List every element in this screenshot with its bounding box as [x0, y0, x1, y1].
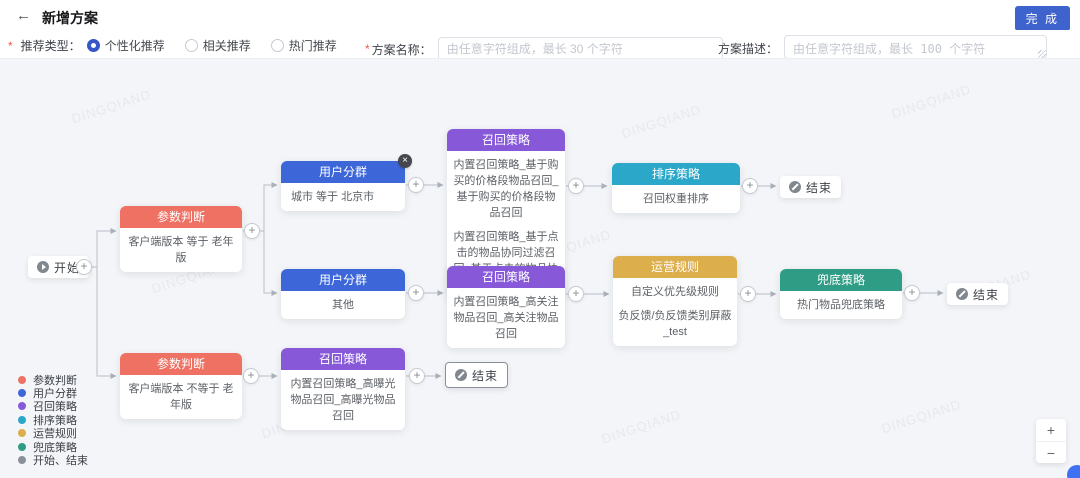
- add-node-button[interactable]: +: [740, 286, 756, 302]
- radio-personalized[interactable]: 个性化推荐: [87, 37, 165, 54]
- add-node-button[interactable]: +: [243, 368, 259, 384]
- end-node-1[interactable]: 结束: [780, 176, 841, 198]
- plan-desc-input[interactable]: [784, 35, 1047, 59]
- node-title: 用户分群: [281, 269, 405, 291]
- plan-desc-label: 方案描述：: [718, 40, 778, 57]
- node-title: 参数判断: [120, 206, 242, 228]
- node-body: 内置召回策略_高关注物品召回_高关注物品召回: [447, 288, 565, 348]
- node-title: 召回策略: [281, 348, 405, 370]
- legend-dot-icon: [18, 402, 26, 410]
- add-node-button[interactable]: +: [409, 368, 425, 384]
- add-node-button[interactable]: +: [742, 178, 758, 194]
- node-user-segment-1[interactable]: × 用户分群 城市 等于 北京市: [281, 161, 405, 211]
- node-fallback-strategy[interactable]: 兜底策略 热门物品兜底策略: [780, 269, 902, 319]
- new-plan-page: ← 新增方案 完 成 * 推荐类型： 个性化推荐 相关推荐 热门推荐 * 方案名…: [0, 0, 1080, 478]
- radio-related[interactable]: 相关推荐: [185, 37, 251, 54]
- radio-selected-icon[interactable]: [87, 39, 100, 52]
- node-title: 运营规则: [613, 256, 737, 278]
- legend-item: 开始、结束: [18, 453, 88, 466]
- node-title: 排序策略: [612, 163, 740, 185]
- node-user-segment-2[interactable]: 用户分群 其他: [281, 269, 405, 319]
- plan-name-label: 方案名称：: [372, 41, 432, 58]
- node-type-legend: 参数判断 用户分群 召回策略 排序策略 运营规则 兜底策略: [18, 373, 88, 467]
- close-node-button[interactable]: ×: [398, 154, 412, 168]
- add-node-button[interactable]: +: [904, 285, 920, 301]
- node-body: 其他: [281, 291, 405, 319]
- recommend-type-group: * 推荐类型： 个性化推荐 相关推荐 热门推荐: [8, 37, 351, 54]
- node-body: 自定义优先级规则 负反馈/负反馈类别屏蔽_test: [613, 278, 737, 346]
- node-body: 客户端版本 不等于 老年版: [120, 375, 242, 419]
- legend-dot-icon: [18, 416, 26, 424]
- plan-desc-group: 方案描述：: [718, 35, 1047, 59]
- node-ops-rule[interactable]: 运营规则 自定义优先级规则 负反馈/负反馈类别屏蔽_test: [613, 256, 737, 346]
- node-title: 召回策略: [447, 266, 565, 288]
- end-icon: [789, 181, 801, 193]
- end-label: 结束: [806, 179, 832, 196]
- node-body: 内置召回策略_高曝光物品召回_高曝光物品召回: [281, 370, 405, 430]
- radio-unselected-icon[interactable]: [185, 39, 198, 52]
- zoom-controls: + −: [1036, 419, 1066, 463]
- end-label: 结束: [973, 286, 999, 303]
- add-node-button[interactable]: +: [76, 259, 92, 275]
- node-param-judge-1[interactable]: 参数判断 客户端版本 等于 老年版: [120, 206, 242, 272]
- zoom-out-button[interactable]: −: [1036, 441, 1066, 463]
- legend-dot-icon: [18, 456, 26, 464]
- add-node-button[interactable]: +: [568, 286, 584, 302]
- end-node-3[interactable]: 结束: [445, 362, 508, 388]
- required-mark: *: [8, 39, 13, 53]
- ops-rule-item: 自定义优先级规则: [618, 284, 732, 300]
- page-title: 新增方案: [42, 8, 98, 28]
- recall-item: 内置召回策略_基于购买的价格段物品召回_基于购买的价格段物品召回: [452, 157, 560, 221]
- flow-canvas[interactable]: DINGQIAND DINGQIAND DINGQIAND DINGQIAND …: [0, 58, 1080, 478]
- add-node-button[interactable]: +: [244, 223, 260, 239]
- node-body: 热门物品兜底策略: [780, 291, 902, 319]
- node-title: 用户分群: [281, 161, 405, 183]
- end-icon: [956, 288, 968, 300]
- add-node-button[interactable]: +: [568, 178, 584, 194]
- node-sort-strategy[interactable]: 排序策略 召回权重排序: [612, 163, 740, 213]
- floating-widget-button[interactable]: [1067, 465, 1080, 478]
- required-mark: *: [365, 42, 370, 56]
- end-label: 结束: [472, 367, 498, 384]
- end-icon: [455, 369, 467, 381]
- legend-dot-icon: [18, 376, 26, 384]
- back-arrow-icon[interactable]: ←: [16, 7, 31, 24]
- node-param-judge-2[interactable]: 参数判断 客户端版本 不等于 老年版: [120, 353, 242, 419]
- node-title: 召回策略: [447, 129, 565, 151]
- finish-button[interactable]: 完 成: [1015, 6, 1070, 31]
- node-title: 参数判断: [120, 353, 242, 375]
- ops-rule-item: 负反馈/负反馈类别屏蔽_test: [618, 308, 732, 340]
- node-title: 兜底策略: [780, 269, 902, 291]
- node-recall-strategy-2[interactable]: 召回策略 内置召回策略_高关注物品召回_高关注物品召回: [447, 266, 565, 348]
- add-node-button[interactable]: +: [408, 285, 424, 301]
- end-node-2[interactable]: 结束: [947, 283, 1008, 305]
- top-bar: ← 新增方案 完 成: [0, 0, 1080, 30]
- start-icon: [37, 261, 49, 273]
- recommend-type-label: 推荐类型：: [21, 37, 81, 54]
- legend-dot-icon: [18, 389, 26, 397]
- radio-hot[interactable]: 热门推荐: [271, 37, 337, 54]
- legend-dot-icon: [18, 429, 26, 437]
- node-body: 客户端版本 等于 老年版: [120, 228, 242, 272]
- legend-dot-icon: [18, 443, 26, 451]
- node-body: 召回权重排序: [612, 185, 740, 213]
- zoom-in-button[interactable]: +: [1036, 419, 1066, 441]
- node-body: 城市 等于 北京市: [281, 183, 405, 211]
- add-node-button[interactable]: +: [408, 177, 424, 193]
- node-recall-strategy-3[interactable]: 召回策略 内置召回策略_高曝光物品召回_高曝光物品召回: [281, 348, 405, 430]
- radio-unselected-icon[interactable]: [271, 39, 284, 52]
- plan-form: * 推荐类型： 个性化推荐 相关推荐 热门推荐 * 方案名称： 方案描述：: [0, 30, 1080, 60]
